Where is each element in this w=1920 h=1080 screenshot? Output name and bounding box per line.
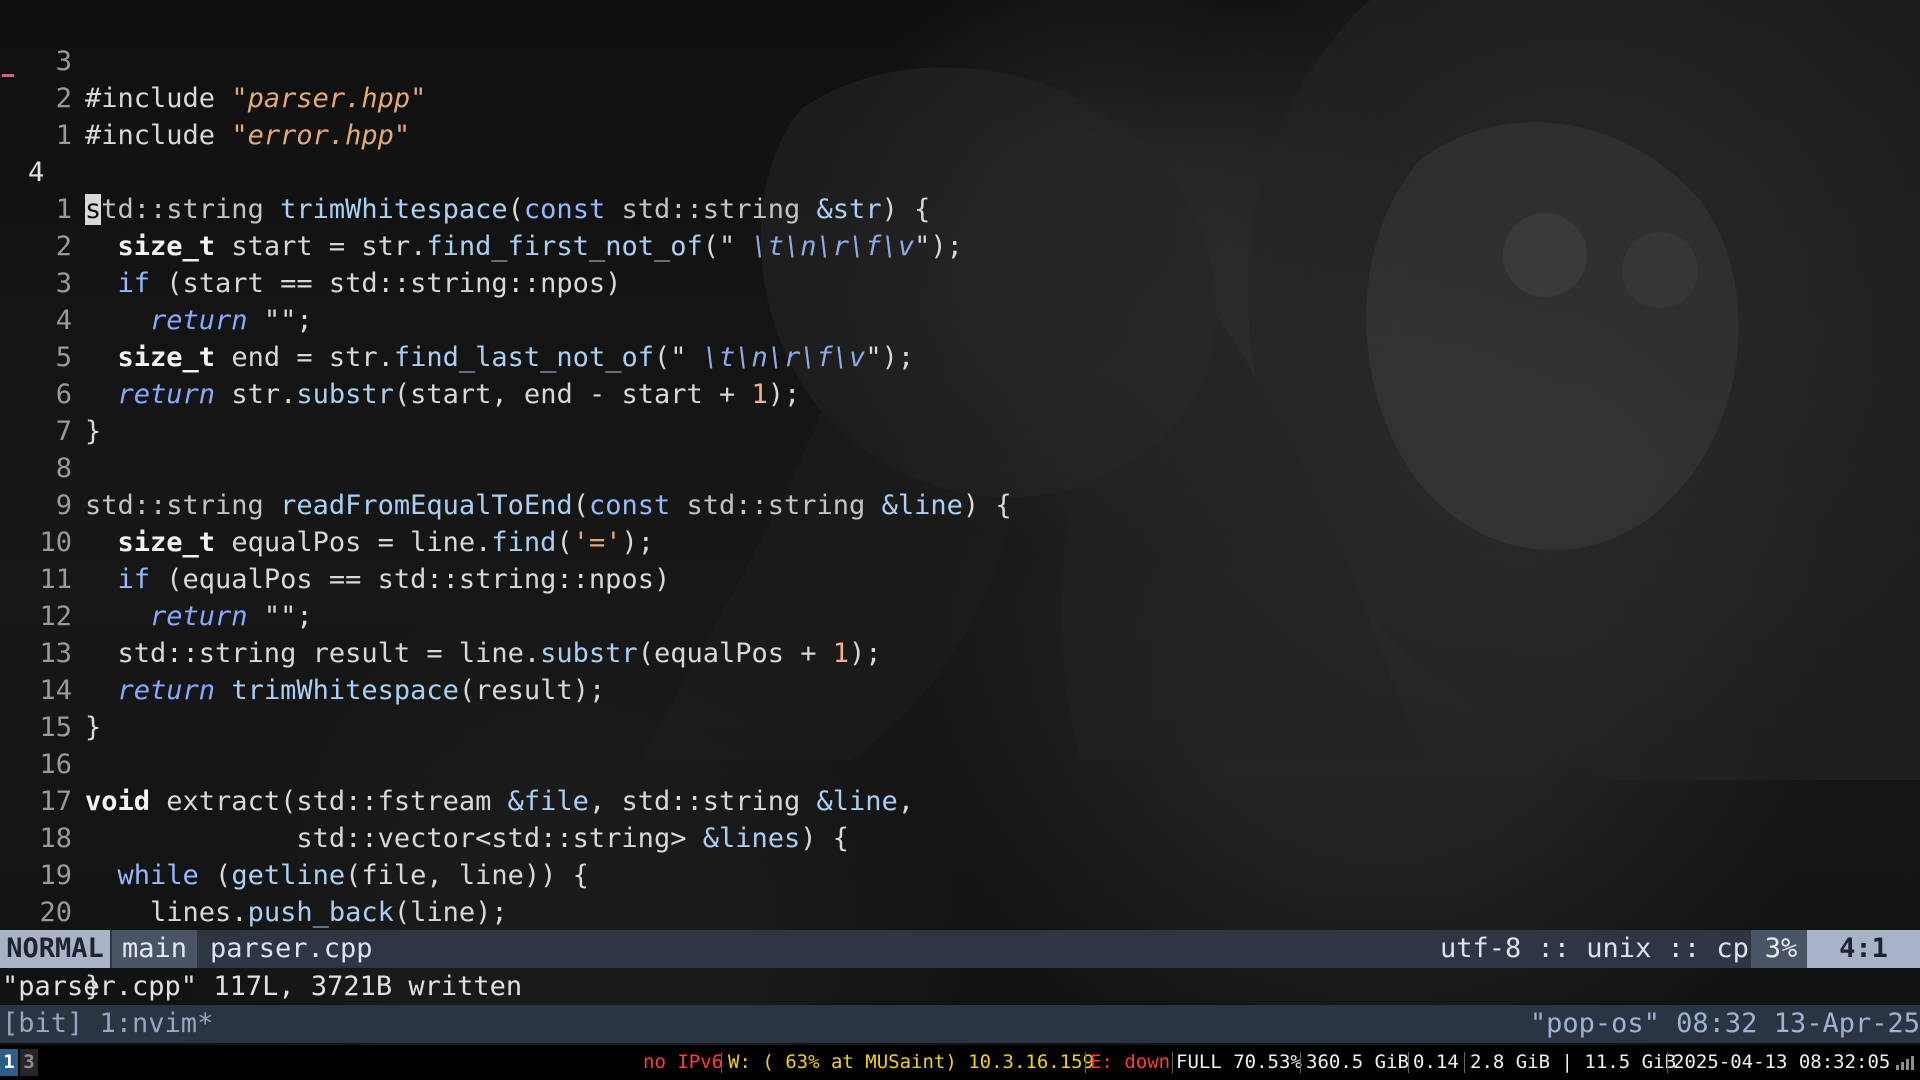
vim-statusline: NORMAL main parser.cpp utf-8 :: unix :: … [0, 930, 1920, 968]
command-line[interactable]: "parser.cpp" 117L, 3721B written [0, 969, 1920, 1005]
battery-status: FULL 70.53% [1176, 1051, 1302, 1073]
code-line[interactable]: 6 } [0, 339, 1920, 447]
tmux-host-time: "pop-os" 08:32 13-Apr-25 [1529, 1008, 1920, 1039]
code-line[interactable]: 7 [0, 376, 1920, 447]
file-encoding: utf-8 :: unix :: cpp [1440, 933, 1766, 964]
code-line[interactable]: 4 size_t end = str.find_last_not_of(" \t… [0, 265, 1920, 373]
tmux-session[interactable]: [bit] 1:nvim* [2, 1005, 213, 1043]
git-branch: main [112, 930, 197, 968]
load-status: 0.14 [1413, 1051, 1459, 1073]
memory-status: 2.8 GiB | 11.5 GiB [1470, 1051, 1676, 1073]
status-separator [1667, 1052, 1668, 1073]
disk-status: 360.5 GiB [1306, 1051, 1409, 1073]
code-line[interactable]: 21 } [0, 894, 1920, 1002]
code-line[interactable]: 19 lines.push_back(line); [0, 820, 1920, 928]
workspace-3[interactable]: 3 [20, 1049, 38, 1076]
code-line[interactable]: 16 void extract(std::fstream &file, std:… [0, 709, 1920, 817]
code-line[interactable]: 3 return ""; [0, 228, 1920, 336]
code-line-current[interactable]: 4 std::string trimWhitespace(const std::… [0, 117, 1920, 225]
datetime-status: 2025-04-13 08:32:05 [1673, 1051, 1891, 1073]
mode-indicator: NORMAL [0, 930, 110, 968]
tmux-status-bar: [bit] 1:nvim* "pop-os" 08:32 13-Apr-25 [0, 1005, 1920, 1043]
cursor-position: 4:1 [1807, 930, 1920, 968]
code-line[interactable]: 12 std::string result = line.substr(equa… [0, 561, 1920, 669]
status-separator [1464, 1052, 1465, 1073]
wifi-status: W: ( 63% at MUSaint) 10.3.16.159 [728, 1051, 1095, 1073]
editor-pane[interactable]: 3 #include "parser.hpp" 2 #include "erro… [0, 0, 1920, 1002]
status-separator [721, 1052, 722, 1073]
status-separator [1408, 1052, 1409, 1073]
file-name: parser.cpp [210, 933, 373, 964]
code-line[interactable]: 14 } [0, 635, 1920, 743]
code-line[interactable]: 18 while (getline(file, line)) { [0, 783, 1920, 891]
workspace-1[interactable]: 1 [0, 1049, 18, 1076]
ethernet-status: E: down [1090, 1051, 1171, 1073]
code-line[interactable]: 1 [0, 80, 1920, 151]
code-line[interactable]: 2 #include "error.hpp" [0, 43, 1920, 151]
code-line[interactable]: 3 #include "parser.hpp" [0, 6, 1920, 114]
code-line[interactable]: 10 if (equalPos == std::string::npos) [0, 487, 1920, 595]
status-separator [1300, 1052, 1301, 1073]
code-line[interactable]: 8 std::string readFromEqualToEnd(const s… [0, 413, 1920, 521]
code-line[interactable]: 13 return trimWhitespace(result); [0, 598, 1920, 706]
code-line[interactable]: 2 if (start == std::string::npos) [0, 191, 1920, 299]
signal-icon [1896, 1056, 1914, 1070]
code-line[interactable]: 1 size_t start = str.find_first_not_of("… [0, 154, 1920, 262]
status-separator [1085, 1052, 1086, 1073]
code-line[interactable]: 11 return ""; [0, 524, 1920, 632]
scroll-percent: 3% [1751, 930, 1811, 968]
code-line[interactable]: 9 size_t equalPos = line.find('='); [0, 450, 1920, 558]
code-line[interactable]: 17 std::vector<std::string> &lines) { [0, 746, 1920, 854]
system-status-bar: 1 3 no IPv6 W: ( 63% at MUSaint) 10.3.16… [0, 1045, 1920, 1080]
code-line[interactable]: 5 return str.substr(start, end - start +… [0, 302, 1920, 410]
ipv6-status: no IPv6 [643, 1051, 724, 1073]
code-line[interactable]: 15 [0, 672, 1920, 743]
code-line[interactable]: 20 } [0, 857, 1920, 965]
desktop-screen: 3 #include "parser.hpp" 2 #include "erro… [0, 0, 1920, 1080]
status-separator [1172, 1052, 1173, 1073]
